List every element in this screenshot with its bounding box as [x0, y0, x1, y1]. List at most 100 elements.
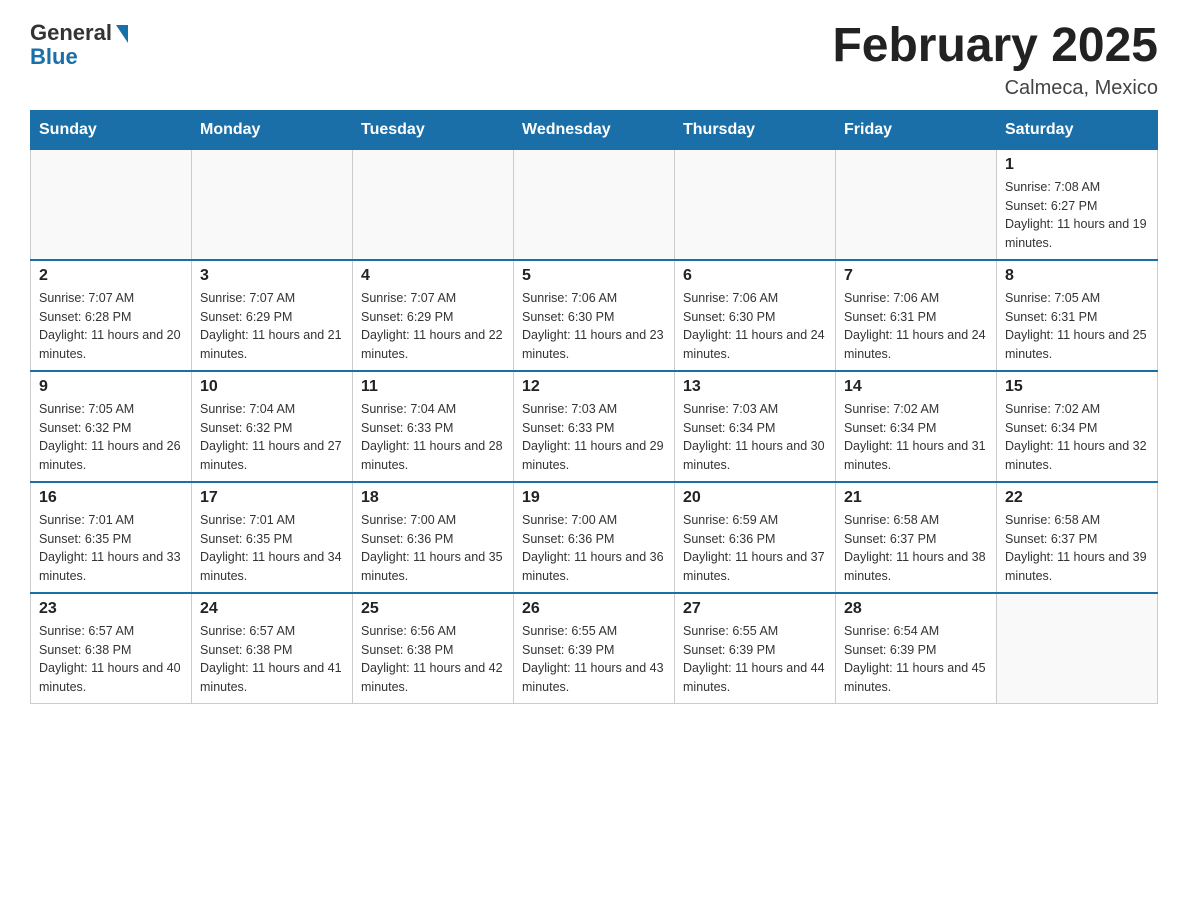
day-info: Sunrise: 7:03 AMSunset: 6:34 PMDaylight:… — [683, 400, 827, 475]
day-info: Sunrise: 6:55 AMSunset: 6:39 PMDaylight:… — [683, 622, 827, 697]
calendar-cell: 19 Sunrise: 7:00 AMSunset: 6:36 PMDayligh… — [514, 482, 675, 593]
calendar-cell: 25Sunrise: 6:56 AMSunset: 6:38 PMDayligh… — [353, 593, 514, 704]
weekday-header-thursday: Thursday — [675, 110, 836, 149]
calendar-cell: 12Sunrise: 7:03 AMSunset: 6:33 PMDayligh… — [514, 371, 675, 482]
calendar-table: SundayMondayTuesdayWednesdayThursdayFrid… — [30, 110, 1158, 704]
calendar-cell — [675, 149, 836, 260]
day-info: Sunrise: 6:55 AMSunset: 6:39 PMDaylight:… — [522, 622, 666, 697]
calendar-body: 1 Sunrise: 7:08 AMSunset: 6:27 PMDaylight… — [31, 149, 1158, 703]
page-header: General Blue February 2025 Calmeca, Mexi… — [30, 20, 1158, 100]
weekday-header-tuesday: Tuesday — [353, 110, 514, 149]
day-info: Sunrise: 6:59 AMSunset: 6:36 PMDaylight:… — [683, 511, 827, 586]
day-number: 16 — [39, 489, 183, 507]
day-info: Sunrise: 7:04 AMSunset: 6:32 PMDaylight:… — [200, 400, 344, 475]
calendar-cell: 4 Sunrise: 7:07 AMSunset: 6:29 PMDaylight… — [353, 260, 514, 371]
calendar-cell: 5Sunrise: 7:06 AMSunset: 6:30 PMDaylight… — [514, 260, 675, 371]
day-number: 8 — [1005, 267, 1149, 285]
calendar-cell: 10 Sunrise: 7:04 AMSunset: 6:32 PMDayligh… — [192, 371, 353, 482]
weekday-row: SundayMondayTuesdayWednesdayThursdayFrid… — [31, 110, 1158, 149]
calendar-cell: 26 Sunrise: 6:55 AMSunset: 6:39 PMDayligh… — [514, 593, 675, 704]
calendar-cell: 28 Sunrise: 6:54 AMSunset: 6:39 PMDayligh… — [836, 593, 997, 704]
calendar-cell: 3Sunrise: 7:07 AMSunset: 6:29 PMDaylight… — [192, 260, 353, 371]
day-info: Sunrise: 6:54 AMSunset: 6:39 PMDaylight:… — [844, 622, 988, 697]
day-number: 21 — [844, 489, 988, 507]
day-number: 4 — [361, 267, 505, 285]
weekday-header-friday: Friday — [836, 110, 997, 149]
calendar-week-5: 23 Sunrise: 6:57 AMSunset: 6:38 PMDayligh… — [31, 593, 1158, 704]
logo: General Blue — [30, 20, 128, 70]
day-info: Sunrise: 7:02 AMSunset: 6:34 PMDaylight:… — [844, 400, 988, 475]
calendar-cell — [836, 149, 997, 260]
day-number: 6 — [683, 267, 827, 285]
calendar-cell: 27 Sunrise: 6:55 AMSunset: 6:39 PMDayligh… — [675, 593, 836, 704]
day-info: Sunrise: 7:01 AMSunset: 6:35 PMDaylight:… — [39, 511, 183, 586]
calendar-cell — [31, 149, 192, 260]
calendar-week-1: 1 Sunrise: 7:08 AMSunset: 6:27 PMDaylight… — [31, 149, 1158, 260]
day-number: 7 — [844, 267, 988, 285]
day-number: 18 — [361, 489, 505, 507]
calendar-cell: 8 Sunrise: 7:05 AMSunset: 6:31 PMDaylight… — [997, 260, 1158, 371]
logo-blue-text: Blue — [30, 44, 78, 70]
day-number: 27 — [683, 600, 827, 618]
day-number: 19 — [522, 489, 666, 507]
day-number: 15 — [1005, 378, 1149, 396]
calendar-cell — [192, 149, 353, 260]
day-number: 25 — [361, 600, 505, 618]
day-info: Sunrise: 7:05 AMSunset: 6:32 PMDaylight:… — [39, 400, 183, 475]
calendar-cell — [997, 593, 1158, 704]
calendar-header: SundayMondayTuesdayWednesdayThursdayFrid… — [31, 110, 1158, 149]
day-number: 23 — [39, 600, 183, 618]
calendar-cell: 22 Sunrise: 6:58 AMSunset: 6:37 PMDayligh… — [997, 482, 1158, 593]
day-number: 28 — [844, 600, 988, 618]
calendar-cell: 18Sunrise: 7:00 AMSunset: 6:36 PMDayligh… — [353, 482, 514, 593]
day-info: Sunrise: 6:58 AMSunset: 6:37 PMDaylight:… — [1005, 511, 1149, 586]
weekday-header-saturday: Saturday — [997, 110, 1158, 149]
location-text: Calmeca, Mexico — [832, 77, 1158, 100]
day-info: Sunrise: 7:06 AMSunset: 6:30 PMDaylight:… — [683, 289, 827, 364]
day-number: 9 — [39, 378, 183, 396]
title-section: February 2025 Calmeca, Mexico — [832, 20, 1158, 100]
calendar-cell — [353, 149, 514, 260]
day-info: Sunrise: 6:57 AMSunset: 6:38 PMDaylight:… — [200, 622, 344, 697]
weekday-header-monday: Monday — [192, 110, 353, 149]
calendar-cell: 7 Sunrise: 7:06 AMSunset: 6:31 PMDaylight… — [836, 260, 997, 371]
calendar-cell: 13Sunrise: 7:03 AMSunset: 6:34 PMDayligh… — [675, 371, 836, 482]
calendar-week-3: 9 Sunrise: 7:05 AMSunset: 6:32 PMDaylight… — [31, 371, 1158, 482]
day-number: 10 — [200, 378, 344, 396]
day-number: 1 — [1005, 156, 1149, 174]
logo-arrow-icon — [116, 25, 128, 43]
logo-general-text: General — [30, 20, 112, 46]
day-info: Sunrise: 7:08 AMSunset: 6:27 PMDaylight:… — [1005, 178, 1149, 253]
day-info: Sunrise: 7:00 AMSunset: 6:36 PMDaylight:… — [522, 511, 666, 586]
calendar-cell: 24Sunrise: 6:57 AMSunset: 6:38 PMDayligh… — [192, 593, 353, 704]
calendar-week-4: 16 Sunrise: 7:01 AMSunset: 6:35 PMDayligh… — [31, 482, 1158, 593]
day-info: Sunrise: 7:04 AMSunset: 6:33 PMDaylight:… — [361, 400, 505, 475]
day-number: 17 — [200, 489, 344, 507]
day-number: 20 — [683, 489, 827, 507]
day-info: Sunrise: 7:01 AMSunset: 6:35 PMDaylight:… — [200, 511, 344, 586]
day-number: 26 — [522, 600, 666, 618]
day-number: 14 — [844, 378, 988, 396]
day-number: 11 — [361, 378, 505, 396]
day-info: Sunrise: 7:07 AMSunset: 6:29 PMDaylight:… — [361, 289, 505, 364]
day-info: Sunrise: 7:06 AMSunset: 6:30 PMDaylight:… — [522, 289, 666, 364]
day-info: Sunrise: 7:07 AMSunset: 6:28 PMDaylight:… — [39, 289, 183, 364]
calendar-cell: 1 Sunrise: 7:08 AMSunset: 6:27 PMDaylight… — [997, 149, 1158, 260]
calendar-cell: 9 Sunrise: 7:05 AMSunset: 6:32 PMDaylight… — [31, 371, 192, 482]
calendar-cell: 16 Sunrise: 7:01 AMSunset: 6:35 PMDayligh… — [31, 482, 192, 593]
day-info: Sunrise: 7:05 AMSunset: 6:31 PMDaylight:… — [1005, 289, 1149, 364]
weekday-header-wednesday: Wednesday — [514, 110, 675, 149]
calendar-cell — [514, 149, 675, 260]
calendar-cell: 11 Sunrise: 7:04 AMSunset: 6:33 PMDayligh… — [353, 371, 514, 482]
day-info: Sunrise: 7:02 AMSunset: 6:34 PMDaylight:… — [1005, 400, 1149, 475]
calendar-cell: 23Sunrise: 6:57 AMSunset: 6:38 PMDayligh… — [31, 593, 192, 704]
calendar-cell: 20 Sunrise: 6:59 AMSunset: 6:36 PMDayligh… — [675, 482, 836, 593]
calendar-cell: 15 Sunrise: 7:02 AMSunset: 6:34 PMDayligh… — [997, 371, 1158, 482]
day-info: Sunrise: 7:06 AMSunset: 6:31 PMDaylight:… — [844, 289, 988, 364]
calendar-cell: 17 Sunrise: 7:01 AMSunset: 6:35 PMDayligh… — [192, 482, 353, 593]
day-number: 22 — [1005, 489, 1149, 507]
calendar-cell: 6 Sunrise: 7:06 AMSunset: 6:30 PMDaylight… — [675, 260, 836, 371]
day-info: Sunrise: 7:07 AMSunset: 6:29 PMDaylight:… — [200, 289, 344, 364]
day-number: 12 — [522, 378, 666, 396]
calendar-cell: 21Sunrise: 6:58 AMSunset: 6:37 PMDayligh… — [836, 482, 997, 593]
